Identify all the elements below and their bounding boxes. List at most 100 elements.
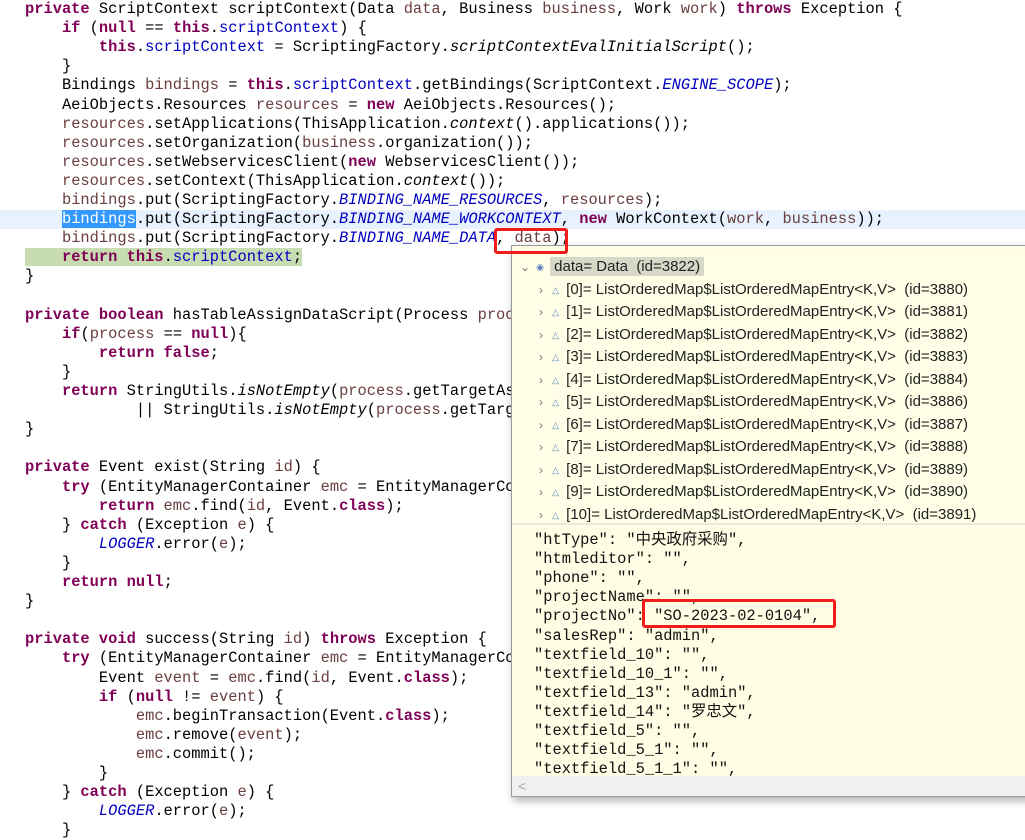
tree-item[interactable]: › △ [7]= ListOrderedMap$ListOrderedMapEnt… [534, 436, 968, 458]
detail-line: "salesRep": "admin", [534, 626, 719, 645]
chevron-right-icon[interactable]: › [534, 324, 548, 346]
code-token: null [135, 687, 183, 706]
tree-item[interactable]: › △ [6]= ListOrderedMap$ListOrderedMapEnt… [534, 414, 968, 436]
chevron-right-icon[interactable]: › [534, 279, 548, 301]
tree-item[interactable]: › △ [8]= ListOrderedMap$ListOrderedMapEnt… [534, 459, 968, 481]
code-token: business [302, 133, 376, 152]
code-line-content: bindings.put(ScriptingFactory.BINDING_NA… [25, 229, 570, 247]
variable-tree[interactable]: ⌄ ◉ data= Data (id=3822) › △ [0]= ListOrder… [512, 256, 1025, 524]
tree-item[interactable]: › △ [3]= ListOrderedMap$ListOrderedMapEnt… [534, 346, 968, 368]
code-token: StringUtils. [126, 382, 238, 400]
variable-detail-pane[interactable]: "htType": "中央政府采购", "htmleditor": "", "pho… [512, 527, 1025, 778]
field-icon: △ [552, 284, 560, 295]
code-line-content: LOGGER.error(e); [25, 535, 247, 553]
code-token: ) [302, 630, 321, 649]
code-token: ); [643, 191, 663, 209]
code-token: = [339, 95, 367, 114]
code-token: if [61, 19, 90, 38]
code-token: return [98, 496, 164, 515]
code-token: event [237, 725, 284, 744]
code-line[interactable]: } [0, 821, 1025, 840]
code-token: try [61, 477, 99, 496]
tree-item[interactable]: › △ [4]= ListOrderedMap$ListOrderedMapEnt… [534, 369, 968, 391]
chevron-right-icon[interactable]: › [534, 436, 548, 458]
code-line-content: } [25, 821, 71, 839]
tree-root-data[interactable]: ⌄ ◉ data= Data (id=3822) [518, 256, 705, 278]
code-line[interactable]: private ScriptContext scriptContext(Data… [0, 0, 1025, 19]
field-icon: △ [552, 509, 560, 520]
code-token: resources [61, 114, 146, 133]
code-token: } [25, 362, 72, 381]
code-line-content: } catch (Exception e) { [25, 783, 274, 801]
scroll-left-icon[interactable]: < [518, 776, 526, 796]
code-token: ( [126, 687, 136, 706]
code-line[interactable]: Bindings bindings = this.scriptContext.g… [0, 76, 1025, 95]
code-line-content: } [25, 554, 71, 572]
code-line[interactable]: AeiObjects.Resources resources = new Aei… [0, 96, 1025, 115]
code-token: ; [292, 248, 303, 267]
code-line-content: if (null != event) { [25, 688, 284, 706]
tree-label: [5]= ListOrderedMap$ListOrderedMapEntry<… [566, 393, 969, 410]
code-token: , [542, 191, 561, 209]
popup-divider[interactable] [512, 523, 1025, 525]
code-line-content: private ScriptContext scriptContext(Data… [25, 0, 903, 18]
chevron-down-icon[interactable]: ⌄ [518, 256, 532, 278]
code-line[interactable]: LOGGER.error(e); [0, 802, 1025, 821]
code-token: .setContext(ThisApplication. [145, 171, 404, 190]
code-token: .put(ScriptingFactory. [135, 191, 340, 209]
chevron-right-icon[interactable]: › [534, 369, 548, 391]
code-line[interactable]: resources.setContext(ThisApplication.con… [0, 172, 1025, 191]
tree-item[interactable]: › △ [5]= ListOrderedMap$ListOrderedMapEnt… [534, 391, 968, 413]
code-token: Event exist(String [98, 458, 275, 477]
code-line[interactable]: resources.setWebservicesClient(new Webse… [0, 153, 1025, 172]
tree-item[interactable]: › △ [0]= ListOrderedMap$ListOrderedMapEnt… [534, 279, 968, 301]
code-token: ( [366, 401, 376, 420]
code-line[interactable]: this.scriptContext = ScriptingFactory.sc… [0, 38, 1025, 57]
chevron-right-icon[interactable]: › [534, 301, 548, 323]
code-line-content: } [25, 267, 34, 285]
code-line-content: } catch (Exception e) { [25, 516, 274, 534]
code-line-content: return this.scriptContext; [25, 248, 303, 267]
tree-item[interactable]: › △ [2]= ListOrderedMap$ListOrderedMapEnt… [534, 324, 968, 346]
tree-label: [6]= ListOrderedMap$ListOrderedMapEntry<… [566, 415, 969, 433]
code-token: resources [61, 171, 146, 190]
code-line[interactable]: if (null == this.scriptContext) { [0, 19, 1025, 38]
code-token: , Business [440, 0, 543, 18]
code-token: return this [61, 248, 164, 267]
chevron-right-icon[interactable]: › [534, 414, 548, 436]
tree-item[interactable]: › △ [9]= ListOrderedMap$ListOrderedMapEnt… [534, 481, 968, 503]
code-line[interactable]: } [0, 57, 1025, 76]
code-line[interactable]: bindings.put(ScriptingFactory.BINDING_NA… [0, 210, 1025, 230]
code-token: scriptContext [219, 19, 340, 38]
horizontal-scrollbar[interactable]: < [512, 776, 1025, 796]
tree-item[interactable]: › △ [1]= ListOrderedMap$ListOrderedMapEnt… [534, 301, 968, 323]
code-token: emc [135, 744, 164, 763]
code-token: process [89, 324, 155, 343]
code-token: (); [726, 38, 755, 57]
code-token: = [200, 668, 229, 687]
variable-inspect-popup[interactable]: ⌄ ◉ data= Data (id=3822) › △ [0]= ListOrder… [511, 245, 1025, 797]
code-token: ( [80, 324, 90, 343]
chevron-right-icon[interactable]: › [534, 459, 548, 481]
code-token: return null [61, 573, 164, 591]
code-token: .getTargetAs [403, 382, 515, 400]
code-token: scriptContext [172, 248, 293, 267]
code-line[interactable]: resources.setOrganization(business.organ… [0, 134, 1025, 153]
chevron-right-icon[interactable]: › [534, 481, 548, 503]
chevron-right-icon[interactable]: › [534, 391, 548, 413]
code-token: Event [25, 668, 155, 687]
code-token: } [25, 267, 35, 286]
code-token: this [98, 38, 136, 57]
chevron-right-icon[interactable]: › [534, 346, 548, 368]
code-token: .put(ScriptingFactory. [135, 210, 340, 229]
code-token: null [191, 324, 229, 343]
code-line-content: Event event = emc.find(id, Event.class); [25, 668, 469, 687]
code-token: resources [61, 152, 146, 171]
code-line[interactable]: resources.setApplications(ThisApplicatio… [0, 115, 1025, 134]
code-token: event [154, 668, 201, 687]
code-line[interactable]: bindings.put(ScriptingFactory.BINDING_NA… [0, 191, 1025, 210]
